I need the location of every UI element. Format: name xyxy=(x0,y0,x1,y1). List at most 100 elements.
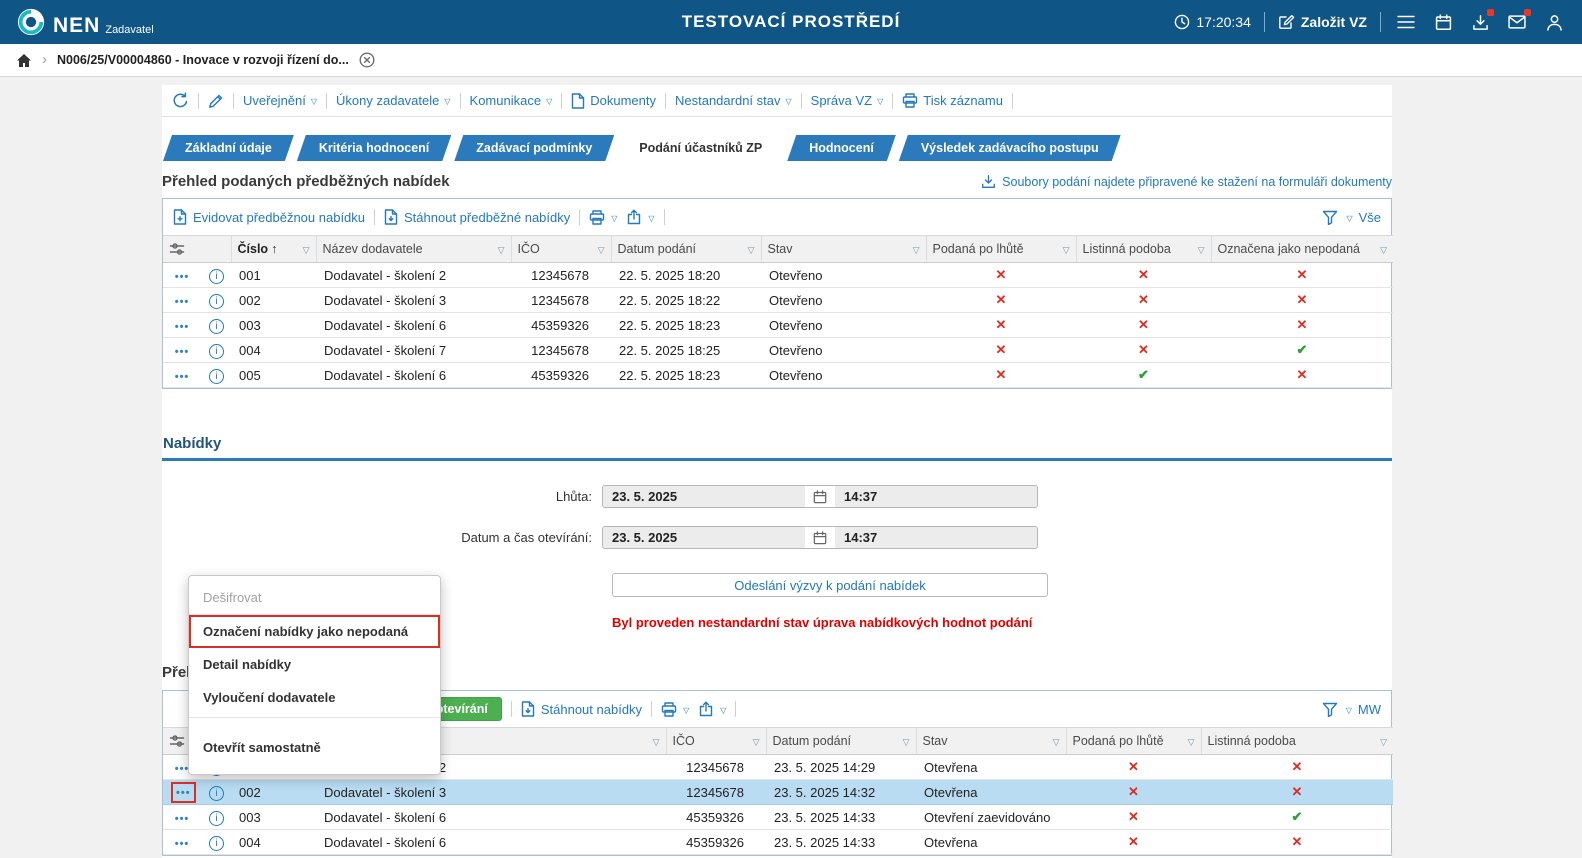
column-header-ico[interactable]: ▽IČO xyxy=(666,728,766,755)
filter-icon[interactable]: ▽ xyxy=(903,737,910,748)
filter-icon[interactable]: ▽ xyxy=(1188,737,1195,748)
menu-nestandardni-stav[interactable]: Nestandardní stav▽ xyxy=(675,93,792,108)
evidovat-predbeznou-nabidku-button[interactable]: Evidovat předběžnou nabídku xyxy=(173,209,365,225)
oteviranni-time-input[interactable]: 14:37 xyxy=(835,527,1037,548)
filter-icon[interactable]: ▽ xyxy=(303,245,310,256)
column-header-nazev[interactable]: ▽Název dodavatele xyxy=(316,236,511,263)
info-icon[interactable]: i xyxy=(209,369,224,384)
menu-komunikace[interactable]: Komunikace▽ xyxy=(470,93,553,108)
column-header-datum[interactable]: ▽Datum podání xyxy=(611,236,761,263)
row-actions-button[interactable]: ••• xyxy=(175,813,190,825)
table-row[interactable]: ••• i 003 Dodavatel - školení 6 45359326… xyxy=(163,313,1393,338)
calendar-picker-button[interactable] xyxy=(805,486,835,507)
export-table-button[interactable]: ▽ xyxy=(626,209,654,225)
column-header-listinna[interactable]: ▽Listinná podoba xyxy=(1076,236,1211,263)
filter-icon[interactable]: ▽ xyxy=(1198,245,1205,256)
info-icon[interactable]: i xyxy=(209,811,224,826)
oteviranni-date-input[interactable]: 23. 5. 2025 xyxy=(603,527,805,548)
print-record-button[interactable]: Tisk záznamu xyxy=(902,93,1003,108)
table-row[interactable]: ••• i 001 Dodavatel - školení 2 12345678… xyxy=(163,263,1393,288)
tab-hodnoceni[interactable]: Hodnocení xyxy=(787,135,896,161)
column-header-nepodana[interactable]: ▽Označena jako nepodaná xyxy=(1211,236,1393,263)
export-table-button[interactable]: ▽ xyxy=(698,701,726,717)
column-header-stav[interactable]: ▽Stav xyxy=(761,236,926,263)
row-actions-button[interactable]: ••• xyxy=(176,787,191,799)
menu-item-detail-nabidky[interactable]: Detail nabídky xyxy=(189,648,440,681)
stahnout-nabidky-button[interactable]: Stáhnout nabídky xyxy=(521,701,642,717)
info-icon[interactable]: i xyxy=(209,344,224,359)
filter-icon[interactable]: ▽ xyxy=(748,245,755,256)
info-icon[interactable]: i xyxy=(209,269,224,284)
menu-sprava-vz[interactable]: Správa VZ▽ xyxy=(811,93,884,108)
print-table-button[interactable]: ▽ xyxy=(589,210,617,225)
filter-icon[interactable]: ▽ xyxy=(1380,245,1387,256)
filter-icon[interactable]: ▽ xyxy=(653,737,660,748)
tab-kriteria-hodnoceni[interactable]: Kritéria hodnocení xyxy=(297,135,451,161)
filter-icon[interactable]: ▽ xyxy=(913,245,920,256)
menu-item-oznaceni-nepodana[interactable]: Označení nabídky jako nepodaná xyxy=(189,615,440,648)
tab-vysledek[interactable]: Výsledek zadávacího postupu xyxy=(899,135,1121,161)
column-header-po-lhute[interactable]: ▽Podaná po lhůtě xyxy=(1066,728,1201,755)
row-actions-button[interactable]: ••• xyxy=(175,321,190,333)
column-header-listinna[interactable]: ▽Listinná podoba xyxy=(1201,728,1393,755)
menu-item-otevrit-samostatne[interactable]: Otevřít samostatně xyxy=(189,731,440,764)
table-row[interactable]: ••• i 002 Dodavatel - školení 3 12345678… xyxy=(163,288,1393,313)
table-row[interactable]: ••• i 003 Dodavatel - školení 6 45359326… xyxy=(163,805,1393,830)
filter-preset-select[interactable]: ▽ MW xyxy=(1346,702,1381,717)
downloads-button[interactable] xyxy=(1468,10,1492,34)
lhuta-date-input[interactable]: 23. 5. 2025 xyxy=(603,486,805,507)
edit-record-button[interactable] xyxy=(208,93,224,109)
column-header-po-lhute[interactable]: ▽Podaná po lhůtě xyxy=(926,236,1076,263)
filter-button[interactable] xyxy=(1322,210,1338,225)
tab-podani-ucastniku[interactable]: Podání účastníků ZP xyxy=(617,135,784,161)
odeslani-vyzvy-button[interactable]: Odeslání výzvy k podání nabídek xyxy=(612,573,1048,597)
hamburger-menu-button[interactable] xyxy=(1394,10,1418,34)
row-actions-button[interactable]: ••• xyxy=(175,371,190,383)
menu-item-desifrovat[interactable]: Dešifrovat xyxy=(189,581,440,615)
table-settings-header[interactable] xyxy=(163,236,231,263)
stahnout-predbezne-nabidky-button[interactable]: Stáhnout předběžné nabídky xyxy=(384,209,570,225)
user-profile-button[interactable] xyxy=(1542,10,1566,34)
filter-icon[interactable]: ▽ xyxy=(498,245,505,256)
filter-button[interactable] xyxy=(1322,702,1338,717)
table-row[interactable]: ••• i 005 Dodavatel - školení 6 45359326… xyxy=(163,363,1393,388)
row-actions-button[interactable]: ••• xyxy=(175,346,190,358)
tab-zadavaci-podminky[interactable]: Zadávací podmínky xyxy=(454,135,614,161)
table-row[interactable]: ••• i 004 Dodavatel - školení 6 45359326… xyxy=(163,830,1393,855)
history-button[interactable] xyxy=(172,92,189,109)
filter-icon[interactable]: ▽ xyxy=(598,245,605,256)
messages-button[interactable] xyxy=(1505,10,1529,34)
row-actions-button[interactable]: ••• xyxy=(175,271,190,283)
lhuta-time-input[interactable]: 14:37 xyxy=(835,486,1037,507)
calendar-button[interactable] xyxy=(1431,10,1455,34)
column-header-datum[interactable]: ▽Datum podání xyxy=(766,728,916,755)
calendar-picker-button[interactable] xyxy=(805,527,835,548)
filter-icon[interactable]: ▽ xyxy=(1053,737,1060,748)
download-files-link[interactable]: Soubory podání najdete připravené ke sta… xyxy=(981,174,1392,189)
filter-icon[interactable]: ▽ xyxy=(1063,245,1070,256)
home-icon[interactable] xyxy=(16,53,32,68)
table-row-selected[interactable]: ••• i 002 Dodavatel - školení 3 12345678… xyxy=(163,780,1393,805)
filter-icon[interactable]: ▽ xyxy=(1380,737,1387,748)
table-row[interactable]: ••• i 004 Dodavatel - školení 7 12345678… xyxy=(163,338,1393,363)
column-header-ico[interactable]: ▽IČO xyxy=(511,236,611,263)
row-actions-button[interactable]: ••• xyxy=(175,838,190,850)
print-table-button[interactable]: ▽ xyxy=(661,702,689,717)
column-header-cislo[interactable]: ▽Číslo↑ xyxy=(231,236,316,263)
column-header-stav[interactable]: ▽Stav xyxy=(916,728,1066,755)
menu-ukony-zadavatele[interactable]: Úkony zadavatele▽ xyxy=(336,93,451,108)
menu-dokumenty[interactable]: Dokumenty xyxy=(571,93,656,109)
info-icon[interactable]: i xyxy=(209,294,224,309)
nen-logo[interactable]: NEN Zadavatel xyxy=(16,7,154,37)
create-vz-button[interactable]: Založit VZ xyxy=(1278,14,1367,31)
breadcrumb-item[interactable]: N006/25/V00004860 - Inovace v rozvoji ří… xyxy=(57,53,349,67)
close-tab-button[interactable] xyxy=(359,52,375,68)
tab-zakladni-udaje[interactable]: Základní údaje xyxy=(163,135,294,161)
info-icon[interactable]: i xyxy=(209,319,224,334)
filter-icon[interactable]: ▽ xyxy=(753,737,760,748)
filter-preset-select[interactable]: ▽ Vše xyxy=(1346,210,1381,225)
info-icon[interactable]: i xyxy=(209,786,224,801)
info-icon[interactable]: i xyxy=(209,836,224,851)
menu-item-vylouceni-dodavatele[interactable]: Vyloučení dodavatele xyxy=(189,681,440,714)
menu-uverejneni[interactable]: Uveřejnění▽ xyxy=(243,93,317,108)
